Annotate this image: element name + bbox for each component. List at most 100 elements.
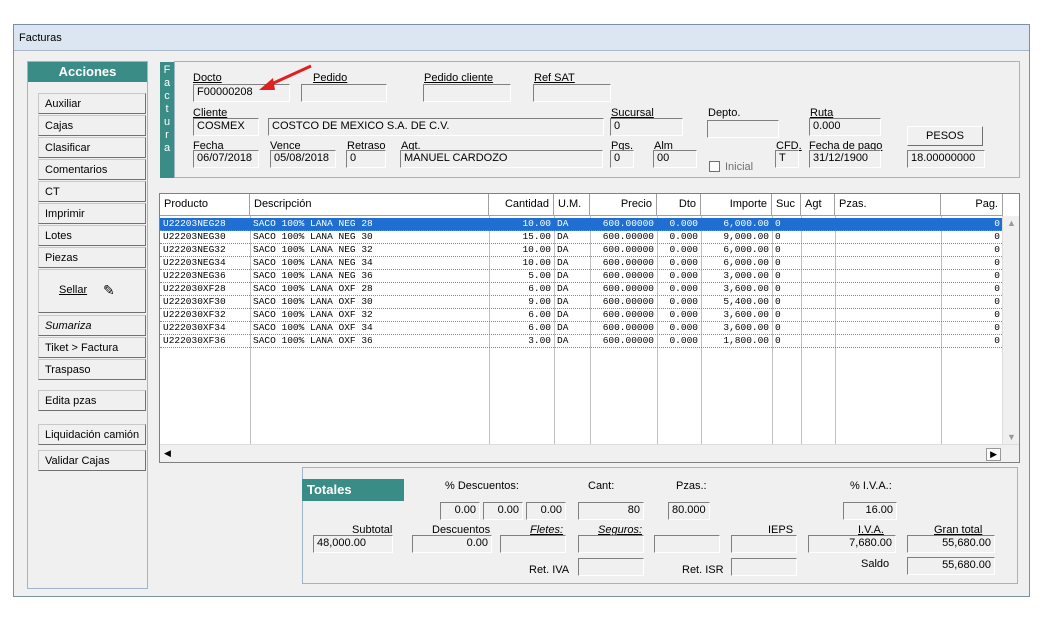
fecha-pago-field[interactable]: 31/12/1900 bbox=[809, 150, 881, 168]
pgs-field[interactable]: 0 bbox=[610, 150, 634, 168]
table-cell: DA bbox=[557, 270, 569, 281]
vertical-scrollbar[interactable]: ▲ ▼ bbox=[1002, 216, 1019, 444]
column-header-10[interactable]: Pag. bbox=[941, 194, 1003, 216]
table-row[interactable]: U222030XF32 SACO 100% LANA OXF 32 6.00 DA 60… bbox=[160, 309, 1002, 322]
inicial-checkbox[interactable] bbox=[709, 161, 720, 172]
retraso-field[interactable]: 0 bbox=[346, 150, 386, 168]
fletes-field[interactable] bbox=[500, 535, 566, 553]
liquidacion-camion-button[interactable]: Liquidación camión bbox=[38, 424, 146, 445]
cliente-nombre-field[interactable]: COSTCO DE MEXICO S.A. DE C.V. bbox=[268, 118, 604, 136]
accion-tiket-factura-button[interactable]: Tiket > Factura bbox=[38, 337, 146, 358]
column-header-3[interactable]: U.M. bbox=[554, 194, 590, 216]
accion-comentarios-button[interactable]: Comentarios bbox=[38, 159, 146, 180]
table-row[interactable]: U222030XF34 SACO 100% LANA OXF 34 6.00 DA 60… bbox=[160, 322, 1002, 335]
iva-pct-label: % I.V.A.: bbox=[850, 480, 892, 492]
agt-field[interactable]: MANUEL CARDOZO bbox=[400, 150, 603, 168]
accion-traspaso-button[interactable]: Traspaso bbox=[38, 359, 146, 380]
column-header-1[interactable]: Descripción bbox=[250, 194, 489, 216]
tipo-cambio-field[interactable]: 18.00000000 bbox=[907, 150, 985, 168]
scroll-right-icon[interactable]: ▶ bbox=[986, 448, 1001, 461]
fecha-field[interactable]: 06/07/2018 bbox=[193, 150, 259, 168]
table-row[interactable]: U222030XF30 SACO 100% LANA OXF 30 9.00 DA 60… bbox=[160, 296, 1002, 309]
sumariza-button[interactable]: Sumariza bbox=[38, 315, 146, 336]
table-cell: U222030XF32 bbox=[163, 309, 226, 320]
column-header-2[interactable]: Cantidad bbox=[489, 194, 554, 216]
alm-field[interactable]: 00 bbox=[653, 150, 697, 168]
descuentos-field[interactable]: 0.00 bbox=[412, 535, 492, 553]
edita-pzas-button[interactable]: Edita pzas bbox=[38, 390, 146, 411]
column-header-4[interactable]: Precio bbox=[590, 194, 657, 216]
scroll-left-icon[interactable]: ◀ bbox=[164, 448, 171, 459]
ref-sat-field[interactable] bbox=[533, 84, 611, 102]
horizontal-scrollbar[interactable]: ◀ ▶ bbox=[160, 444, 1019, 462]
scroll-up-icon[interactable]: ▲ bbox=[1007, 218, 1016, 228]
accion-cajas-button[interactable]: Cajas bbox=[38, 115, 146, 136]
column-header-8[interactable]: Agt bbox=[801, 194, 835, 216]
table-row[interactable]: U22203NEG36 SACO 100% LANA NEG 36 5.00 DA 60… bbox=[160, 270, 1002, 283]
pedido-cliente-field[interactable] bbox=[423, 84, 511, 102]
table-cell: 0 bbox=[775, 335, 781, 346]
column-header-6[interactable]: Importe bbox=[701, 194, 772, 216]
accion-clasificar-button[interactable]: Clasificar bbox=[38, 137, 146, 158]
cfd-field[interactable]: T bbox=[775, 150, 799, 168]
accion-clasificar-button-label: Clasificar bbox=[45, 142, 91, 154]
factura-tab-letter: a bbox=[163, 142, 171, 154]
table-cell: DA bbox=[557, 257, 569, 268]
descuento-1-field[interactable]: 0.00 bbox=[440, 502, 480, 520]
ret-isr-field[interactable] bbox=[731, 558, 797, 576]
iva-pct-field[interactable]: 16.00 bbox=[843, 502, 897, 520]
docto-label: Docto bbox=[193, 72, 222, 84]
iva-field[interactable]: 7,680.00 bbox=[808, 535, 896, 553]
table-cell: DA bbox=[557, 283, 569, 294]
table-cell: U22203NEG34 bbox=[163, 257, 226, 268]
cliente-field[interactable]: COSMEX bbox=[193, 118, 259, 136]
table-row[interactable]: U22203NEG30 SACO 100% LANA NEG 30 15.00 DA 6… bbox=[160, 231, 1002, 244]
accion-ct-button[interactable]: CT bbox=[38, 181, 146, 202]
validar-cajas-button[interactable]: Validar Cajas bbox=[38, 450, 146, 471]
sellar-button-label: Sellar bbox=[59, 284, 88, 296]
sucursal-field[interactable]: 0 bbox=[610, 118, 683, 136]
saldo-field[interactable]: 55,680.00 bbox=[907, 557, 995, 575]
moneda-button[interactable]: PESOS bbox=[907, 126, 983, 146]
accion-lotes-button[interactable]: Lotes bbox=[38, 225, 146, 246]
table-cell: 15.00 bbox=[522, 231, 551, 242]
table-cell bbox=[801, 322, 835, 335]
subtotal-field[interactable]: 48,000.00 bbox=[313, 535, 393, 553]
table-row[interactable]: U222030XF36 SACO 100% LANA OXF 36 3.00 DA 60… bbox=[160, 335, 1002, 348]
depto-field[interactable] bbox=[707, 120, 779, 138]
accion-auxiliar-button[interactable]: Auxiliar bbox=[38, 93, 146, 114]
seguros-field[interactable] bbox=[578, 535, 644, 553]
ruta-field[interactable]: 0.000 bbox=[809, 118, 881, 136]
products-grid[interactable]: Producto Descripción Cantidad U.M. Precio Dto… bbox=[159, 193, 1020, 463]
column-header-5[interactable]: Dto bbox=[657, 194, 701, 216]
otros-field[interactable] bbox=[654, 535, 720, 553]
column-header-0[interactable]: Producto bbox=[160, 194, 250, 216]
cant-field[interactable]: 80 bbox=[578, 502, 644, 520]
table-cell: 0 bbox=[775, 296, 781, 307]
scroll-down-icon[interactable]: ▼ bbox=[1007, 432, 1016, 442]
table-row[interactable]: U222030XF28 SACO 100% LANA OXF 28 6.00 DA 60… bbox=[160, 283, 1002, 296]
pedido-field[interactable] bbox=[301, 84, 387, 102]
table-cell: U222030XF30 bbox=[163, 296, 226, 307]
table-cell: 9.00 bbox=[528, 296, 551, 307]
column-header-9[interactable]: Pzas. bbox=[835, 194, 941, 216]
table-row[interactable]: U22203NEG34 SACO 100% LANA NEG 34 10.00 DA 6… bbox=[160, 257, 1002, 270]
accion-imprimir-button[interactable]: Imprimir bbox=[38, 203, 146, 224]
table-cell: 6,000.00 bbox=[723, 244, 769, 255]
table-row[interactable]: U22203NEG28 SACO 100% LANA NEG 28 10.00 DA 6… bbox=[160, 218, 1002, 231]
table-cell: 0 bbox=[994, 270, 1000, 281]
gran-total-field[interactable]: 55,680.00 bbox=[907, 535, 995, 553]
window-title: Facturas bbox=[19, 32, 62, 44]
table-cell: SACO 100% LANA NEG 28 bbox=[253, 218, 373, 229]
descuento-3-field[interactable]: 0.00 bbox=[526, 502, 566, 520]
pzas-field[interactable]: 80.000 bbox=[668, 502, 710, 520]
ret-iva-field[interactable] bbox=[578, 558, 644, 576]
column-header-7[interactable]: Suc bbox=[772, 194, 801, 216]
table-cell bbox=[835, 244, 941, 257]
ieps-field[interactable] bbox=[731, 535, 797, 553]
accion-piezas-button[interactable]: Piezas bbox=[38, 247, 146, 268]
descuento-2-field[interactable]: 0.00 bbox=[483, 502, 523, 520]
vence-field[interactable]: 05/08/2018 bbox=[270, 150, 336, 168]
sellar-button[interactable]: Sellar ✎ bbox=[38, 269, 146, 313]
table-row[interactable]: U22203NEG32 SACO 100% LANA NEG 32 10.00 DA 6… bbox=[160, 244, 1002, 257]
